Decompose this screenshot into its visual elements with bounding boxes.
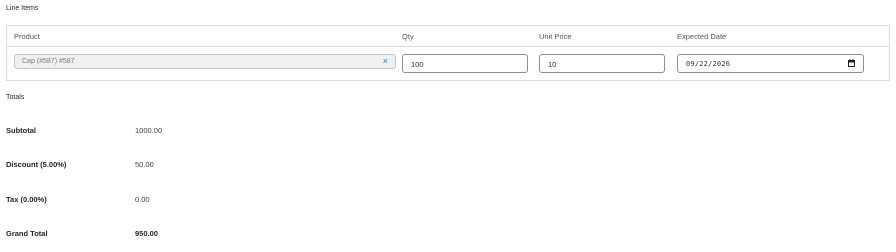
- line-items-table: Product Qty Unit Price Expected Date Cap…: [6, 25, 890, 81]
- unit-price-input[interactable]: 10: [539, 54, 665, 73]
- discount-value: 50.00: [135, 160, 154, 169]
- product-select[interactable]: Cap (#587) #587 ×: [14, 54, 396, 69]
- tax-value: 0.00: [135, 195, 150, 204]
- discount-label: Discount (5.00%): [6, 160, 67, 169]
- unit-price-input-value: 10: [548, 60, 557, 69]
- subtotal-value: 1000.00: [135, 126, 163, 135]
- expected-date-input-value: 09/22/2026: [686, 60, 731, 68]
- expected-date-input[interactable]: 09/22/2026: [677, 54, 864, 73]
- line-items-heading: Line Items: [6, 5, 39, 12]
- grand-total-label: Grand Total: [6, 229, 48, 238]
- close-icon[interactable]: ×: [383, 56, 388, 67]
- product-selected-value: Cap (#587) #587: [22, 58, 75, 65]
- grand-total-value: 950.00: [135, 229, 158, 238]
- table-header-row: Product Qty Unit Price Expected Date: [7, 26, 889, 47]
- product-column-header: Product: [14, 32, 40, 41]
- qty-column-header: Qty: [402, 32, 414, 41]
- subtotal-label: Subtotal: [6, 126, 36, 135]
- calendar-icon[interactable]: [848, 59, 855, 67]
- qty-input-value: 100: [411, 60, 424, 69]
- qty-input[interactable]: 100: [402, 54, 528, 73]
- expected-date-column-header: Expected Date: [677, 32, 727, 41]
- totals-heading: Totals: [6, 94, 25, 101]
- tax-label: Tax (0.00%): [6, 195, 47, 204]
- unit-price-column-header: Unit Price: [539, 32, 572, 41]
